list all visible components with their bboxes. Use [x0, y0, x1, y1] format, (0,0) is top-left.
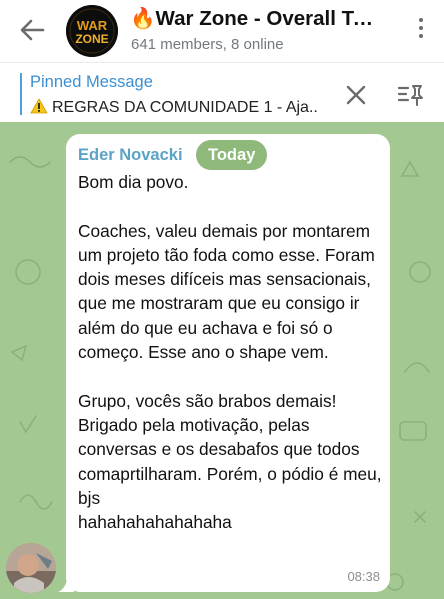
sender-avatar[interactable] — [6, 543, 56, 593]
close-icon — [346, 85, 366, 105]
logo-text-top: WAR — [77, 18, 108, 33]
sender-row: Eder Novacki Today — [78, 140, 378, 170]
pinned-label: Pinned Message — [30, 73, 153, 91]
pinned-text: REGRAS DA COMUNIDADE 1 - Aja.. — [52, 99, 318, 116]
pinned-indicator — [20, 73, 22, 115]
war-zone-logo: WAR ZONE — [66, 5, 118, 57]
more-options-button[interactable] — [416, 18, 426, 46]
group-avatar[interactable]: WAR ZONE — [66, 5, 118, 57]
sender-name[interactable]: Eder Novacki — [78, 146, 183, 165]
back-button[interactable] — [14, 12, 50, 48]
pinned-message-bar[interactable]: Pinned Message REGRAS DA COMUNIDADE 1 - … — [0, 62, 444, 122]
warning-icon — [30, 98, 48, 114]
close-pinned-button[interactable] — [343, 82, 369, 108]
pinned-text-row: REGRAS DA COMUNIDADE 1 - Aja.. — [30, 98, 318, 117]
message-bubble[interactable]: Eder Novacki Today Bom dia povo. Coaches… — [66, 134, 390, 592]
pinned-list-button[interactable] — [396, 80, 426, 110]
logo-text-bottom: ZONE — [75, 32, 108, 46]
pin-list-icon — [397, 85, 423, 106]
dots-vertical-icon — [419, 18, 423, 22]
date-badge: Today — [196, 140, 268, 170]
member-count: 641 members, 8 online — [131, 36, 284, 53]
message-text: Bom dia povo. Coaches, valeu demais por … — [78, 172, 382, 533]
message-time: 08:38 — [347, 569, 380, 584]
arrow-left-icon — [20, 19, 45, 41]
chat-title[interactable]: 🔥War Zone - Overall Team — [130, 7, 384, 31]
chat-header: WAR ZONE 🔥War Zone - Overall Team 641 me… — [0, 0, 444, 62]
avatar-photo — [6, 543, 56, 593]
